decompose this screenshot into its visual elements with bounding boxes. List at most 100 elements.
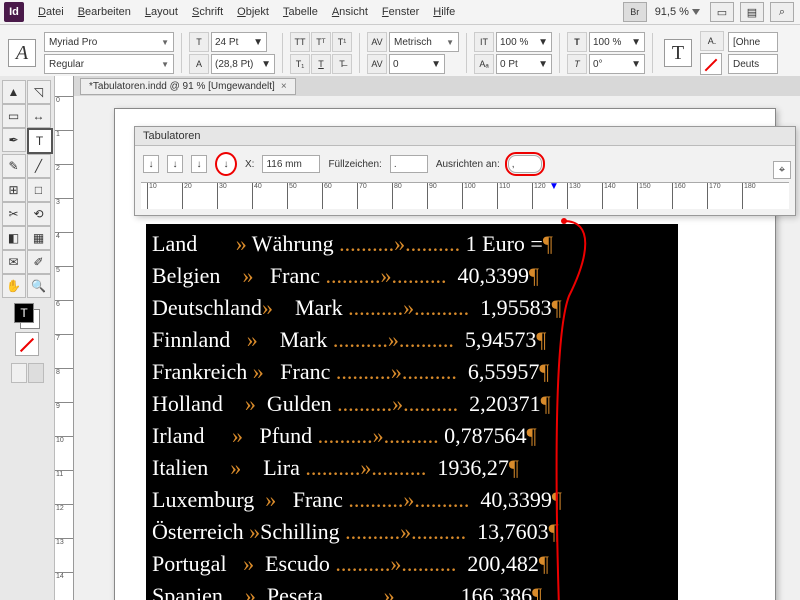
font-family-dropdown[interactable]: Myriad Pro▼	[44, 32, 174, 52]
kerning-icon: AV	[367, 32, 387, 52]
tabulators-panel: Tabulatoren ↓ ↓ ↓ ↓ X: 116 mm Füllzeiche…	[134, 126, 796, 216]
tracking-field[interactable]: 0▼	[389, 54, 445, 74]
align-label: Ausrichten an:	[436, 159, 500, 170]
bridge-button[interactable]: Br	[623, 2, 647, 22]
menu-tabelle[interactable]: Tabelle	[277, 3, 324, 21]
view-mode-toggle[interactable]	[11, 363, 44, 383]
fill-label: Füllzeichen:	[328, 159, 381, 170]
skew-icon: T	[567, 54, 587, 74]
vertical-ruler: 01234567891011121314	[55, 76, 74, 600]
kerning-field[interactable]: Metrisch▼	[389, 32, 459, 52]
menu-bearbeiten[interactable]: Bearbeiten	[72, 3, 137, 21]
superscript-icon[interactable]: T¹	[332, 32, 352, 52]
character-mode-icon[interactable]: A	[8, 39, 36, 67]
type-tool[interactable]: T	[27, 128, 53, 154]
table-row: Irland » Pfund ..........».......... 0,7…	[152, 420, 672, 452]
gap-tool[interactable]: ↔	[27, 104, 51, 128]
transform[interactable]: ⟲	[27, 202, 51, 226]
table-row: Holland » Gulden ..........».......... 2…	[152, 388, 672, 420]
lang-dropdown[interactable]: Deuts	[728, 54, 778, 74]
menu-datei[interactable]: Datei	[32, 3, 70, 21]
center-tab-button[interactable]: ↓	[167, 155, 183, 173]
table-row: Frankreich » Franc ..........»..........…	[152, 356, 672, 388]
fill-swatch[interactable]: T	[664, 39, 692, 67]
document-tab-strip: *Tabulatoren.indd @ 91 % [Umgewandelt]×	[74, 76, 800, 97]
hand[interactable]: ✋	[2, 274, 26, 298]
no-stroke-icon[interactable]	[700, 53, 722, 75]
close-icon[interactable]: ×	[281, 81, 287, 92]
dropdown-icon	[692, 9, 700, 15]
caps-icon[interactable]: TT	[290, 32, 310, 52]
tab-stop-marker[interactable]: ▼	[549, 181, 559, 192]
vscale-field[interactable]: 100 %▼	[496, 32, 552, 52]
table-row: Finnland » Mark ..........».......... 5,…	[152, 324, 672, 356]
toolbox: ▲◹▭↔✒T✎╱⊞□✂⟲◧▦✉✐✋🔍 T	[0, 76, 55, 600]
search-icon[interactable]: ⌕	[770, 2, 794, 22]
leading-icon: A	[189, 54, 209, 74]
leading-field[interactable]: (28,8 Pt)▼	[211, 54, 275, 74]
baseline-field[interactable]: 0 Pt▼	[496, 54, 552, 74]
swap-none-icon[interactable]	[15, 332, 39, 356]
table-row: Land » Währung ..........».......... 1 E…	[152, 228, 672, 260]
color-swatch[interactable]: T	[14, 303, 40, 329]
font-size-field[interactable]: 24 Pt▼	[211, 32, 267, 52]
tab-ruler[interactable]: ▼ 10203040506070809010011012013014015016…	[141, 182, 789, 209]
rect-frame[interactable]: ⊞	[2, 178, 26, 202]
font-style-dropdown[interactable]: Regular▼	[44, 54, 174, 74]
hscale-icon: T	[567, 32, 587, 52]
direct-select[interactable]: ◹	[27, 80, 51, 104]
menu-objekt[interactable]: Objekt	[231, 3, 275, 21]
rect-tool[interactable]: □	[27, 178, 51, 202]
screen-mode-icon[interactable]: ▭	[710, 2, 734, 22]
panel-title: Tabulatoren	[135, 127, 795, 146]
align-field[interactable]: ,	[508, 155, 542, 173]
line-tool[interactable]: ╱	[27, 154, 51, 178]
document-area: ▲◹▭↔✒T✎╱⊞□✂⟲◧▦✉✐✋🔍 T 0123456789101112131…	[0, 76, 800, 600]
menu-layout[interactable]: Layout	[139, 3, 184, 21]
pen-tool[interactable]: ✒	[2, 128, 26, 152]
table-row: Österreich »Schilling ..........».......…	[152, 516, 672, 548]
canvas: *Tabulatoren.indd @ 91 % [Umgewandelt]× …	[74, 76, 800, 600]
select-arrow[interactable]: ▲	[2, 80, 26, 104]
baseline-icon: Aₐ	[474, 54, 494, 74]
vscale-icon: IT	[474, 32, 494, 52]
strikethrough-icon[interactable]: T̶	[332, 54, 352, 74]
scissors[interactable]: ✂	[2, 202, 26, 226]
menu-ansicht[interactable]: Ansicht	[326, 3, 374, 21]
table-row: Spanien » Peseta ..........».......... 1…	[152, 580, 672, 600]
menu-schrift[interactable]: Schrift	[186, 3, 229, 21]
gradient-feather[interactable]: ▦	[27, 226, 51, 250]
table-row: Luxemburg » Franc ..........».......... …	[152, 484, 672, 516]
document-tab[interactable]: *Tabulatoren.indd @ 91 % [Umgewandelt]×	[80, 78, 296, 95]
zoom-display[interactable]: 91,5 %	[649, 6, 706, 18]
tracking-icon: AV	[367, 54, 387, 74]
gradient[interactable]: ◧	[2, 226, 26, 250]
charstyle-icon[interactable]: A.	[700, 31, 724, 51]
subscript-icon[interactable]: T₁	[290, 54, 310, 74]
charstyle-dropdown[interactable]: [Ohne	[728, 32, 778, 52]
snap-icon[interactable]: ⌖	[773, 161, 791, 179]
x-field[interactable]: 116 mm	[262, 155, 320, 173]
underline-icon[interactable]: T	[311, 54, 331, 74]
page-tool[interactable]: ▭	[2, 104, 26, 128]
skew-field[interactable]: 0°▼	[589, 54, 645, 74]
arrange-icon[interactable]: ▤	[740, 2, 764, 22]
control-bar: A Myriad Pro▼ Regular▼ T24 Pt▼ A(28,8 Pt…	[0, 25, 800, 82]
decimal-tab-button[interactable]: ↓	[215, 152, 237, 176]
x-label: X:	[245, 159, 254, 170]
text-frame[interactable]: Land » Währung ..........».......... 1 E…	[146, 224, 678, 600]
pencil-tool[interactable]: ✎	[2, 154, 26, 178]
menu-bar: Id Datei Bearbeiten Layout Schrift Objek…	[0, 0, 800, 25]
left-tab-button[interactable]: ↓	[143, 155, 159, 173]
note[interactable]: ✉	[2, 250, 26, 274]
menu-hilfe[interactable]: Hilfe	[427, 3, 461, 21]
menu-fenster[interactable]: Fenster	[376, 3, 425, 21]
zoom[interactable]: 🔍	[27, 274, 51, 298]
table-row: Belgien » Franc ..........».......... 40…	[152, 260, 672, 292]
hscale-field[interactable]: 100 %▼	[589, 32, 645, 52]
right-tab-button[interactable]: ↓	[191, 155, 207, 173]
app-logo: Id	[4, 2, 24, 22]
eyedropper[interactable]: ✐	[27, 250, 51, 274]
fill-field[interactable]: .	[390, 155, 428, 173]
smallcaps-icon[interactable]: Tᵀ	[311, 32, 331, 52]
